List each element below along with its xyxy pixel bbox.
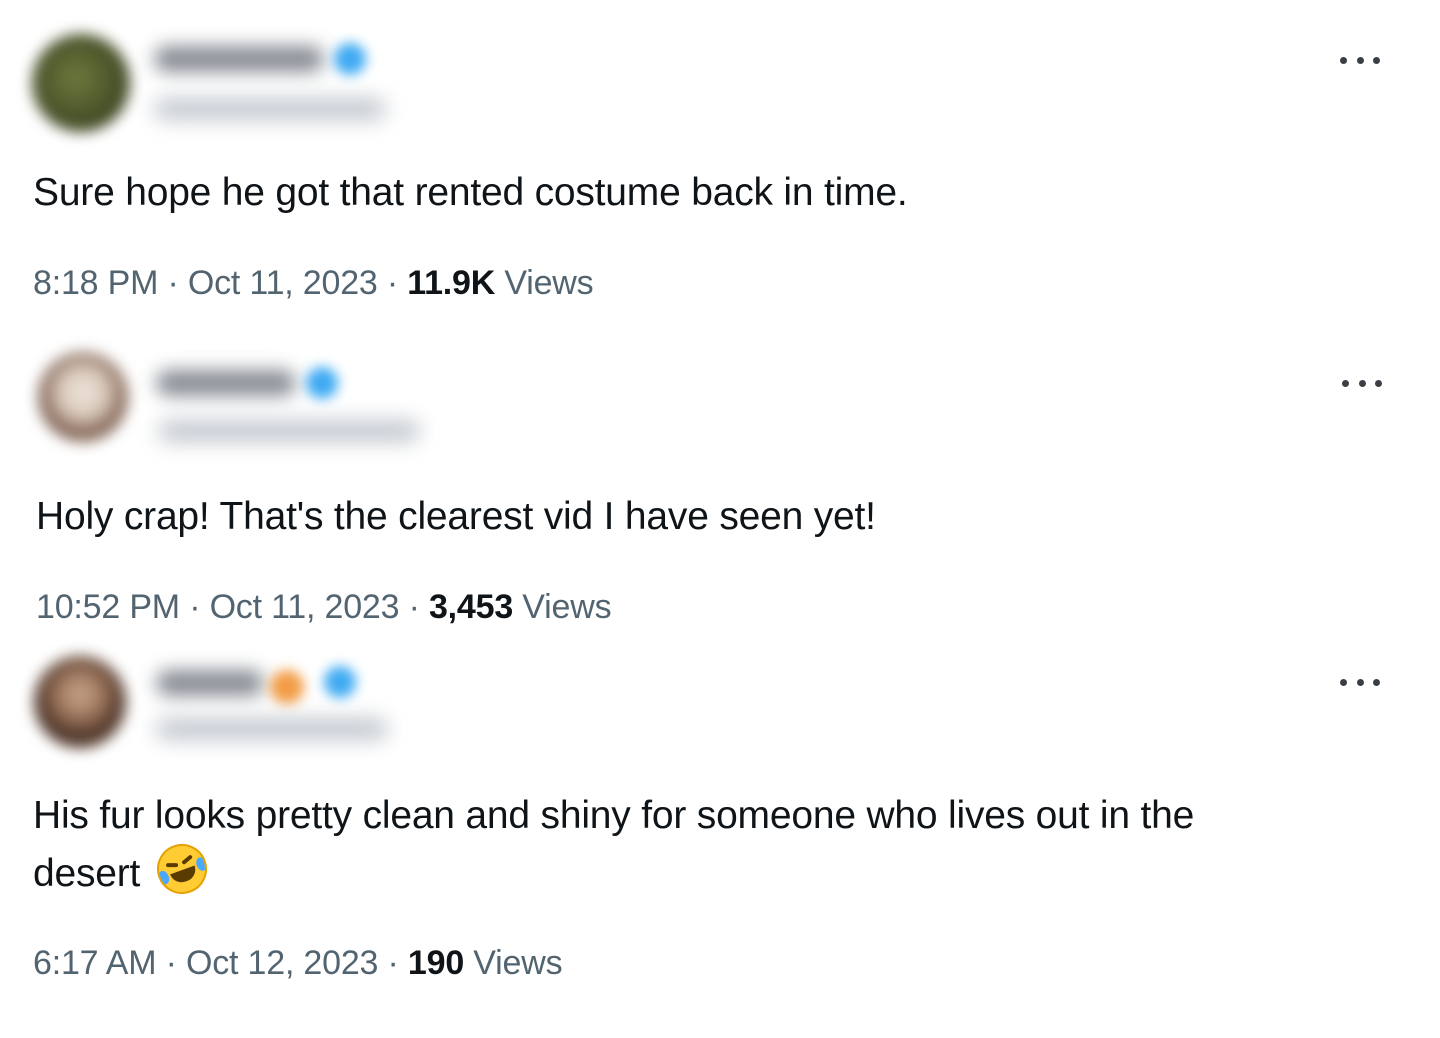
tweet-text-line-1: His fur looks pretty clean and shiny for… — [33, 794, 1195, 837]
tweet: His fur looks pretty clean and shiny for… — [0, 0, 1440, 1038]
display-name-redacted[interactable] — [156, 670, 264, 696]
tweet-time[interactable]: 6:17 AM — [33, 944, 157, 982]
username-redacted[interactable] — [156, 718, 388, 740]
tweet-text-line-2-text: desert — [33, 852, 141, 895]
views-count[interactable]: 190 — [408, 944, 464, 982]
avatar[interactable] — [34, 656, 126, 748]
separator: · — [387, 944, 399, 982]
verified-badge-icon — [324, 666, 356, 698]
more-options-icon[interactable] — [1340, 672, 1380, 692]
views-label: Views — [473, 944, 563, 982]
separator: · — [165, 944, 177, 982]
tweet-text-line-2: desert — [33, 836, 214, 903]
rolling-on-floor-laughing-emoji-icon — [149, 836, 214, 902]
tweet-metadata: 6:17 AM · Oct 12, 2023 · 190 Views — [33, 944, 563, 983]
tweet-date[interactable]: Oct 12, 2023 — [186, 944, 378, 982]
emoji-badge-icon — [270, 670, 304, 704]
